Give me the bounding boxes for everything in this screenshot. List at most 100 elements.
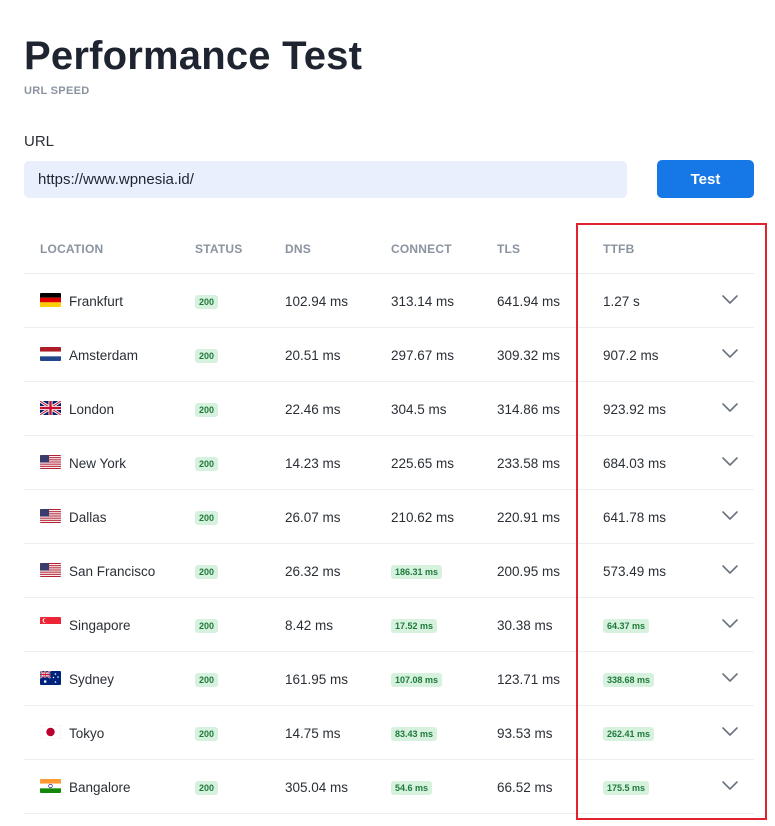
ttfb-badge: 262.41 ms [603, 727, 655, 741]
connect-cell: 313.14 ms [391, 294, 455, 309]
tls-cell: 93.53 ms [497, 726, 553, 741]
header-tls: TLS [497, 242, 521, 256]
chevron-down-icon[interactable] [721, 347, 739, 359]
status-badge: 200 [195, 727, 219, 741]
connect-badge: 17.52 ms [391, 619, 438, 633]
chevron-down-icon[interactable] [721, 563, 739, 575]
dns-cell: 8.42 ms [285, 618, 334, 633]
tls-cell: 309.32 ms [497, 348, 561, 363]
location-cell: Amsterdam [69, 348, 139, 363]
table-row[interactable]: Singapore 200 8.42 ms 17.52 ms 30.38 ms 64.37… [24, 598, 754, 652]
status-badge: 200 [195, 673, 219, 687]
chevron-down-icon[interactable] [721, 725, 739, 737]
tls-cell: 66.52 ms [497, 780, 553, 795]
ttfb-badge: 175.5 ms [603, 781, 650, 795]
dns-cell: 14.23 ms [285, 456, 341, 471]
location-cell: Tokyo [69, 726, 105, 741]
header-connect: CONNECT [391, 242, 452, 256]
ttfb-cell: 573.49 ms [603, 564, 667, 579]
chevron-down-icon[interactable] [721, 617, 739, 629]
tls-cell: 220.91 ms [497, 510, 561, 525]
flag-germany-icon [40, 293, 61, 307]
tls-cell: 123.71 ms [497, 672, 561, 687]
flag-japan-icon [40, 725, 61, 739]
flag-australia-icon [40, 671, 61, 685]
chevron-down-icon[interactable] [721, 401, 739, 413]
location-cell: London [69, 402, 115, 417]
status-badge: 200 [195, 619, 219, 633]
ttfb-cell: 641.78 ms [603, 510, 667, 525]
dns-cell: 22.46 ms [285, 402, 341, 417]
status-badge: 200 [195, 349, 219, 363]
connect-cell: 210.62 ms [391, 510, 455, 525]
dns-cell: 26.32 ms [285, 564, 341, 579]
location-cell: Frankfurt [69, 294, 124, 309]
header-location: LOCATION [40, 242, 104, 256]
table-row[interactable]: Frankfurt 200 102.94 ms 313.14 ms 641.94 ms 1… [24, 274, 754, 328]
dns-cell: 305.04 ms [285, 780, 349, 795]
location-cell: Bangalore [69, 780, 131, 795]
connect-cell: 304.5 ms [391, 402, 447, 417]
url-label: URL [24, 133, 55, 150]
header-dns: DNS [285, 242, 311, 256]
chevron-down-icon[interactable] [721, 779, 739, 791]
url-input[interactable] [24, 161, 627, 198]
chevron-down-icon[interactable] [721, 509, 739, 521]
status-badge: 200 [195, 403, 219, 417]
location-cell: Dallas [69, 510, 107, 525]
test-button[interactable]: Test [657, 160, 754, 198]
status-badge: 200 [195, 457, 219, 471]
table-row[interactable]: Bangalore 200 305.04 ms 54.6 ms 66.52 ms 175.… [24, 760, 754, 814]
status-badge: 200 [195, 565, 219, 579]
flag-singapore-icon [40, 617, 61, 631]
location-cell: San Francisco [69, 564, 156, 579]
table-row[interactable]: Sydney 200 161.95 ms 107.08 ms 123.71 ms 338.… [24, 652, 754, 706]
table-header: LOCATION STATUS DNS CONNECT TLS TTFB [24, 223, 754, 274]
table-row[interactable]: San Francisco 200 26.32 ms 186.31 ms 200.95 … [24, 544, 754, 598]
status-badge: 200 [195, 781, 219, 795]
ttfb-cell: 1.27 s [603, 294, 640, 309]
connect-badge: 186.31 ms [391, 565, 443, 579]
table-body: Frankfurt 200 102.94 ms 313.14 ms 641.94 ms 1… [24, 274, 754, 814]
dns-cell: 14.75 ms [285, 726, 341, 741]
flag-india-icon [40, 779, 61, 793]
chevron-down-icon[interactable] [721, 671, 739, 683]
connect-badge: 107.08 ms [391, 673, 443, 687]
dns-cell: 20.51 ms [285, 348, 341, 363]
dns-cell: 161.95 ms [285, 672, 349, 687]
connect-cell: 297.67 ms [391, 348, 455, 363]
flag-uk-icon [40, 401, 61, 415]
tls-cell: 233.58 ms [497, 456, 561, 471]
flag-usa-icon [40, 455, 61, 469]
results-table: LOCATION STATUS DNS CONNECT TLS TTFB Fra… [24, 223, 754, 814]
page-subtitle: URL SPEED [24, 85, 90, 97]
ttfb-badge: 338.68 ms [603, 673, 655, 687]
ttfb-badge: 64.37 ms [603, 619, 650, 633]
ttfb-cell: 684.03 ms [603, 456, 667, 471]
location-cell: Sydney [69, 672, 115, 687]
status-badge: 200 [195, 295, 219, 309]
tls-cell: 314.86 ms [497, 402, 561, 417]
flag-usa-icon [40, 509, 61, 523]
header-status: STATUS [195, 242, 243, 256]
connect-badge: 54.6 ms [391, 781, 433, 795]
dns-cell: 102.94 ms [285, 294, 349, 309]
flag-netherlands-icon [40, 347, 61, 361]
page-title: Performance Test [24, 34, 363, 78]
location-cell: Singapore [69, 618, 131, 633]
tls-cell: 641.94 ms [497, 294, 561, 309]
chevron-down-icon[interactable] [721, 455, 739, 467]
dns-cell: 26.07 ms [285, 510, 341, 525]
table-row[interactable]: Dallas 200 26.07 ms 210.62 ms 220.91 ms 641.7… [24, 490, 754, 544]
tls-cell: 30.38 ms [497, 618, 553, 633]
flag-usa-icon [40, 563, 61, 577]
chevron-down-icon[interactable] [721, 293, 739, 305]
table-row[interactable]: New York 200 14.23 ms 225.65 ms 233.58 ms 684… [24, 436, 754, 490]
status-badge: 200 [195, 511, 219, 525]
table-row[interactable]: Tokyo 200 14.75 ms 83.43 ms 93.53 ms 262.41 m… [24, 706, 754, 760]
location-cell: New York [69, 456, 127, 471]
header-ttfb: TTFB [603, 242, 635, 256]
ttfb-cell: 907.2 ms [603, 348, 659, 363]
table-row[interactable]: Amsterdam 200 20.51 ms 297.67 ms 309.32 ms 90… [24, 328, 754, 382]
table-row[interactable]: London 200 22.46 ms 304.5 ms 314.86 ms 923.92… [24, 382, 754, 436]
